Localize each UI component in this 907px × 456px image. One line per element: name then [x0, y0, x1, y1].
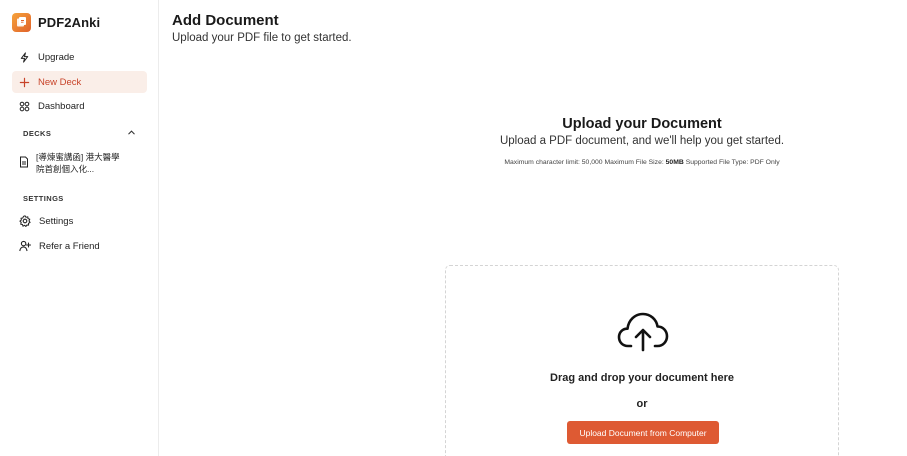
nav-new-deck[interactable]: New Deck	[12, 71, 147, 93]
nav-upgrade-label: Upgrade	[38, 51, 75, 63]
nav-refer-label: Refer a Friend	[39, 240, 100, 252]
app-logo-icon	[12, 13, 31, 32]
deck-item[interactable]: [導煉蜜講函] 港大醫學院首創個入化...	[19, 151, 139, 175]
app-name: PDF2Anki	[38, 15, 101, 30]
nav-dashboard-label: Dashboard	[38, 100, 85, 112]
chevron-up-icon[interactable]	[127, 128, 136, 137]
max-file-size: 50MB	[665, 159, 684, 166]
nav-settings[interactable]: Settings	[12, 210, 147, 232]
decks-section-label: DECKS	[23, 129, 52, 138]
settings-section-label: SETTINGS	[23, 194, 64, 203]
nav-upgrade[interactable]: Upgrade	[12, 46, 147, 68]
limits-prefix: Maximum character limit: 50,000 Maximum …	[504, 159, 664, 166]
cloud-upload-icon	[617, 312, 669, 352]
upload-description: Upload a PDF document, and we'll help yo…	[499, 135, 785, 147]
user-plus-icon	[19, 240, 31, 252]
nav-refer-friend[interactable]: Refer a Friend	[12, 235, 147, 257]
grid-icon	[19, 101, 30, 111]
upload-dropzone[interactable]: Drag and drop your document here or Uplo…	[445, 265, 839, 456]
upload-limits: Maximum character limit: 50,000 Maximum …	[445, 159, 839, 166]
plus-icon	[19, 77, 30, 87]
or-separator: or	[636, 398, 648, 410]
upload-title: Upload your Document	[562, 116, 722, 132]
nav-dashboard[interactable]: Dashboard	[12, 95, 147, 117]
nav-settings-label: Settings	[39, 215, 74, 227]
page-subtitle: Upload your PDF file to get started.	[172, 32, 352, 44]
drop-instruction: Drag and drop your document here	[550, 372, 734, 384]
lightning-icon	[20, 51, 29, 63]
document-icon	[20, 156, 28, 168]
sidebar: PDF2Anki Upgrade New Deck Dashboard DECK…	[0, 0, 159, 456]
page-title: Add Document	[172, 12, 279, 29]
nav-new-deck-label: New Deck	[38, 76, 82, 88]
deck-title: [導煉蜜講函] 港大醫學院首創個入化...	[36, 152, 120, 174]
limits-suffix: Supported File Type: PDF Only	[685, 159, 780, 166]
brand[interactable]: PDF2Anki	[12, 13, 100, 32]
gear-icon	[19, 215, 31, 227]
upload-from-computer-button[interactable]: Upload Document from Computer	[567, 421, 719, 444]
